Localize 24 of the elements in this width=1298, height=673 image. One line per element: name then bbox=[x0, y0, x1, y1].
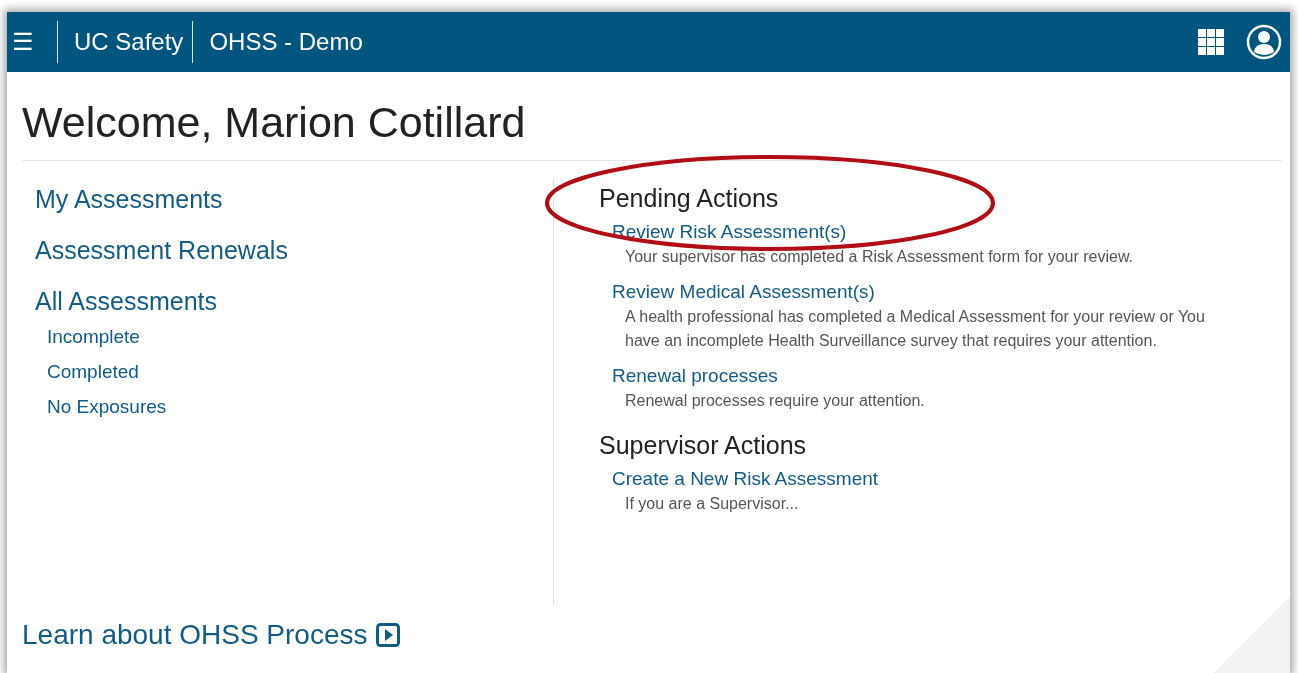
section-heading: Supervisor Actions bbox=[599, 431, 808, 461]
nav-link[interactable]: All Assessments bbox=[35, 287, 217, 317]
action-link[interactable]: Review Medical Assessment(s) bbox=[612, 281, 875, 304]
apps-grid-icon[interactable] bbox=[1198, 29, 1224, 55]
brand-link[interactable]: UC Safety bbox=[74, 28, 184, 56]
nav-link[interactable]: My Assessments bbox=[35, 185, 223, 215]
user-account-icon[interactable] bbox=[1246, 24, 1282, 60]
action-description: A health professional has completed a Medical Assessment for your review or You have an incomplete Health Surveillance survey that requires your attention. bbox=[625, 307, 1206, 352]
action-description: If you are a Supervisor... bbox=[625, 494, 800, 515]
action-description: Renewal processes require your attention. bbox=[625, 391, 926, 412]
menu-icon[interactable]: ☰ bbox=[12, 28, 48, 56]
nav-sublink[interactable]: No Exposures bbox=[47, 396, 167, 419]
action-link[interactable]: Review Risk Assessment(s) bbox=[612, 221, 847, 244]
action-link[interactable]: Renewal processes bbox=[612, 365, 778, 388]
play-icon bbox=[375, 623, 400, 648]
action-link[interactable]: Create a New Risk Assessment bbox=[612, 468, 879, 491]
app-name-link[interactable]: OHSS - Demo bbox=[209, 28, 363, 56]
page-title: Welcome, Marion Cotillard bbox=[22, 72, 1282, 162]
learn-link[interactable]: Learn about OHSS Process bbox=[22, 619, 400, 652]
nav-link[interactable]: Assessment Renewals bbox=[35, 236, 288, 266]
nav-sublink[interactable]: Incomplete bbox=[47, 326, 140, 349]
action-description: Your supervisor has completed a Risk Assessment form for your review. bbox=[625, 247, 1135, 268]
nav-sublink[interactable]: Completed bbox=[47, 361, 139, 384]
section-heading: Pending Actions bbox=[599, 184, 780, 214]
